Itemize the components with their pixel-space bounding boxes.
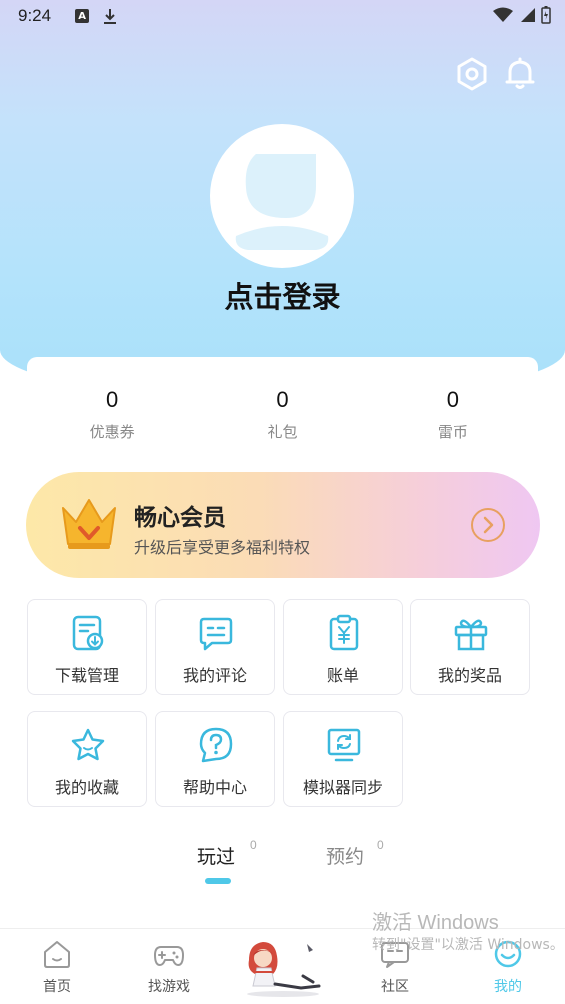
nav-label: 找游戏 [148,979,190,995]
grid-label: 我的奖品 [437,666,502,685]
windows-activation-watermark: 激活 Windows [372,912,499,934]
settings-hexagon-icon[interactable] [453,55,491,93]
avatar[interactable] [210,124,354,268]
nav-label: 首页 [43,979,71,995]
vip-subtitle: 升级后享受更多福利特权 [134,538,311,557]
stat-label: 雷币 [437,423,468,441]
grid-label: 账单 [326,666,359,685]
star-icon [71,728,105,761]
emulator-sync-icon [327,728,361,762]
status-a-badge: A [75,9,90,23]
grid-label: 下载管理 [54,666,119,685]
my-favorites-button[interactable]: 我的收藏 [27,711,147,807]
tab-active-indicator [205,878,231,884]
status-right-icons [493,6,551,24]
emulator-sync-button[interactable]: 模拟器同步 [283,711,403,807]
status-time: 9:24 [18,6,52,25]
stat-value: 0 [446,387,459,412]
tab-played[interactable]: 玩过 [197,842,235,869]
default-avatar-icon [235,154,329,250]
download-manage-icon [72,615,104,651]
gamepad-icon [154,946,184,966]
stat-label: 优惠券 [89,423,135,441]
bell-icon[interactable] [501,55,539,93]
nav-find-games[interactable]: 找游戏 [119,929,219,1004]
vip-title: 畅心会员 [134,505,226,531]
chevron-right-circle-icon[interactable] [470,507,506,543]
bill-icon [329,614,359,651]
stat-coupons[interactable]: 0 优惠券 [27,357,197,452]
nav-label: 社区 [381,979,409,995]
nav-label: 我的 [494,979,522,995]
grid-label: 模拟器同步 [302,778,383,797]
crown-icon [62,499,116,549]
stats-card: 0 优惠券 0 礼包 0 雷币 [27,357,538,452]
download-status-icon [104,9,117,24]
stat-coins[interactable]: 0 雷币 [368,357,538,452]
nav-home[interactable]: 首页 [7,929,107,1004]
grid-label: 我的收藏 [54,778,119,797]
mascot-character-icon[interactable] [243,936,329,998]
stat-value: 0 [276,387,289,412]
bill-button[interactable]: 账单 [283,599,403,695]
my-prizes-button[interactable]: 我的奖品 [410,599,530,695]
signal-icon [521,8,535,22]
comment-icon [199,617,233,651]
gift-icon [454,619,488,651]
status-bar: 9:24 A [0,0,565,32]
help-icon [199,727,233,763]
wifi-icon [493,7,513,22]
grid-label: 帮助中心 [182,778,247,797]
tab-played-count: 0 [250,838,257,852]
download-manage-button[interactable]: 下载管理 [27,599,147,695]
battery-icon [541,6,551,24]
stat-label: 礼包 [267,423,298,441]
home-icon [44,941,70,968]
vip-membership-card[interactable]: 畅心会员 升级后享受更多福利特权 [26,472,540,578]
windows-activation-hint: 转到"设置"以激活 Windows。 [372,937,564,953]
grid-label: 我的评论 [182,666,247,685]
my-comments-button[interactable]: 我的评论 [155,599,275,695]
help-center-button[interactable]: 帮助中心 [155,711,275,807]
login-prompt[interactable]: 点击登录 [0,274,565,316]
stat-gifts[interactable]: 0 礼包 [197,357,367,452]
stat-value: 0 [106,387,119,412]
tab-reserved-count: 0 [377,838,384,852]
tab-reserved[interactable]: 预约 [326,842,364,869]
